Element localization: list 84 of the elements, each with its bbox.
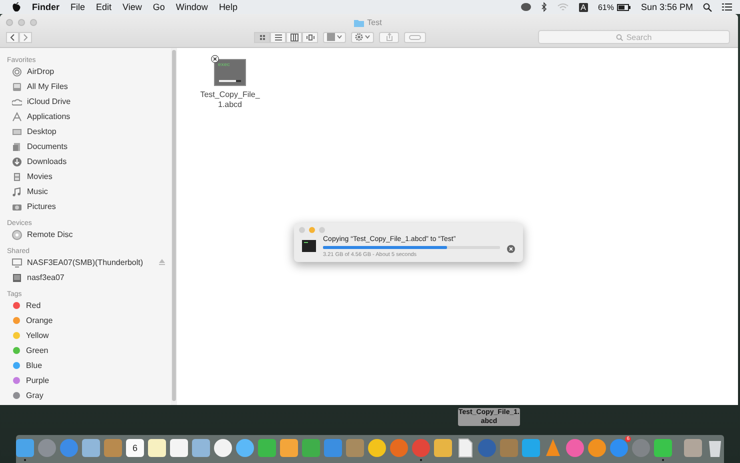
- sidebar-item[interactable]: iCloud Drive: [27, 97, 71, 106]
- view-mode-button[interactable]: [254, 32, 270, 42]
- sidebar-item-icon: [12, 172, 22, 182]
- calendar-date: 6: [131, 442, 138, 452]
- chevron-right-icon: [23, 34, 28, 40]
- view-mode-button[interactable]: [302, 32, 318, 42]
- menu-item[interactable]: Edit: [96, 2, 112, 12]
- menu-item[interactable]: Go: [152, 2, 165, 12]
- close-button[interactable]: [6, 19, 13, 26]
- sidebar-item[interactable]: Yellow: [26, 331, 49, 340]
- sidebar-item[interactable]: Blue: [26, 361, 42, 370]
- view-mode-button[interactable]: [270, 32, 286, 42]
- search-icon: [616, 34, 624, 40]
- sidebar-item[interactable]: Red: [26, 301, 41, 310]
- wifi-icon: [556, 2, 569, 12]
- bluetooth-icon: [540, 2, 547, 12]
- sidebar-item[interactable]: Remote Disc: [27, 230, 73, 239]
- apple-icon: [12, 2, 21, 12]
- sidebar-item[interactable]: All My Files: [27, 82, 68, 91]
- battery-percent: 61%: [598, 2, 614, 12]
- disc-icon: [12, 230, 22, 240]
- terminal-file-icon: [302, 240, 316, 252]
- scrollbar[interactable]: [172, 50, 176, 401]
- tag-icon: [409, 34, 421, 40]
- menubar-clock[interactable]: Sun 3:56 PM: [640, 2, 693, 12]
- minimize-button[interactable]: [309, 227, 315, 233]
- sidebar-item[interactable]: AirDrop: [27, 67, 54, 76]
- app-menu[interactable]: Finder: [32, 2, 60, 12]
- sidebar-item[interactable]: Gray: [26, 391, 44, 400]
- caret-icon: [337, 35, 342, 39]
- folder-icon: [354, 18, 364, 26]
- sidebar-item[interactable]: Documents: [27, 142, 68, 151]
- cancel-icon: [211, 55, 219, 63]
- arrange-button[interactable]: [323, 32, 346, 42]
- file-name[interactable]: Test_Copy_File_1.abcd: [197, 90, 263, 110]
- chat-bubble-icon: [520, 2, 531, 12]
- sidebar-item[interactable]: Applications: [27, 112, 70, 121]
- sidebar-item[interactable]: Downloads: [27, 157, 67, 166]
- app-icon[interactable]: [125, 438, 145, 458]
- zoom-button[interactable]: [319, 227, 325, 233]
- sidebar-item[interactable]: Purple: [26, 376, 50, 385]
- search-icon: [703, 2, 712, 12]
- sidebar-item[interactable]: Movies: [27, 172, 52, 181]
- app-icon[interactable]: [15, 438, 35, 458]
- server-icon: [12, 272, 22, 282]
- window-title: Test: [367, 18, 382, 27]
- close-button[interactable]: [299, 227, 305, 233]
- view-icon: [290, 32, 298, 42]
- input-source-badge[interactable]: A: [578, 2, 588, 12]
- sidebar-item[interactable]: Orange: [26, 316, 53, 325]
- sidebar-item[interactable]: NASF3EA07(SMB)(Thunderbolt): [27, 258, 144, 267]
- monitor-icon: [12, 258, 22, 268]
- sidebar-item-icon: [12, 186, 22, 196]
- tag-button[interactable]: [404, 32, 426, 42]
- sidebar-item[interactable]: Desktop: [27, 127, 56, 136]
- battery-icon: [616, 4, 631, 10]
- forward-button[interactable]: [19, 32, 32, 42]
- sidebar-item[interactable]: Music: [27, 187, 48, 196]
- minimize-button[interactable]: [18, 19, 25, 26]
- sidebar-item[interactable]: Pictures: [27, 202, 56, 211]
- view-icon: [306, 32, 314, 42]
- zoom-button[interactable]: [30, 19, 37, 26]
- sidebar-item-icon: [12, 112, 22, 122]
- share-icon: [386, 33, 392, 41]
- caret-icon: [365, 35, 370, 39]
- menu-item[interactable]: Help: [218, 2, 238, 12]
- sidebar-item-icon: [12, 156, 22, 166]
- menu-item[interactable]: View: [122, 2, 142, 12]
- menu-item[interactable]: Window: [176, 2, 208, 12]
- view-mode-button[interactable]: [286, 32, 302, 42]
- gear-icon: [355, 33, 363, 41]
- action-button[interactable]: [351, 32, 374, 42]
- back-button[interactable]: [6, 32, 19, 42]
- chevron-left-icon: [10, 34, 15, 40]
- sidebar-item[interactable]: Green: [26, 346, 48, 355]
- view-icon: [274, 32, 282, 42]
- sidebar-item[interactable]: nasf3ea07: [27, 273, 64, 282]
- view-icon: [258, 32, 266, 42]
- app-icon[interactable]: [169, 438, 189, 458]
- menu-item[interactable]: File: [70, 2, 86, 12]
- share-button[interactable]: [379, 32, 399, 42]
- cancel-icon: [507, 245, 515, 253]
- list-icon: [722, 3, 732, 11]
- sidebar-item-icon: [12, 202, 22, 212]
